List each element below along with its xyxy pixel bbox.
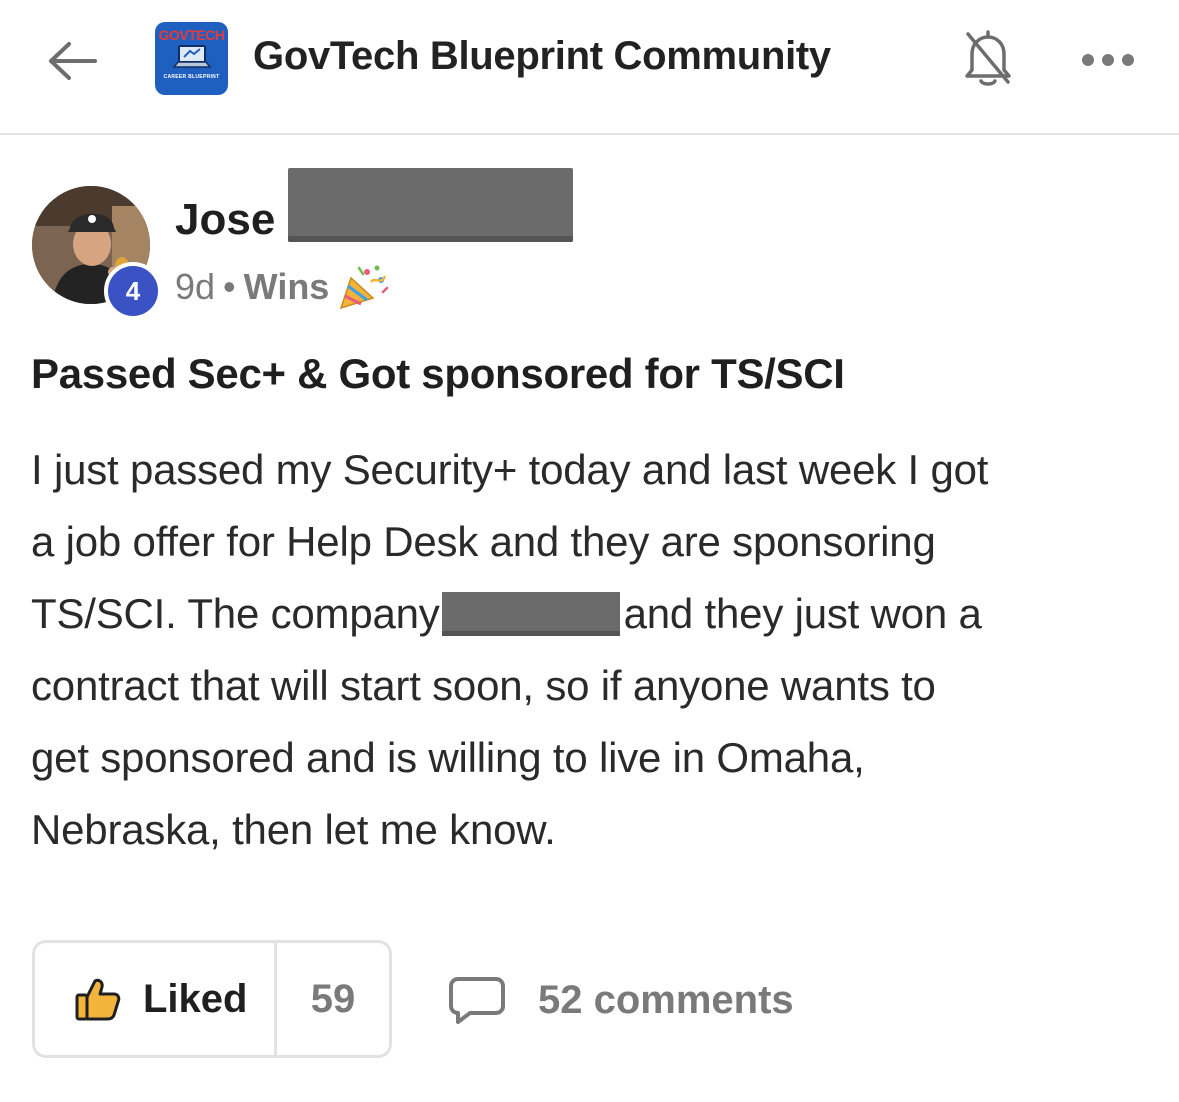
post-body-line: a job offer for Help Desk and they are s… <box>31 518 936 565</box>
post-category[interactable]: Wins <box>244 266 330 308</box>
redacted-author-surname <box>288 168 573 242</box>
post-age: 9d <box>175 266 216 307</box>
comment-bubble-icon <box>449 977 505 1024</box>
meta-separator: • <box>223 266 236 307</box>
post-meta: 9d • Wins <box>175 264 389 310</box>
back-button[interactable] <box>44 32 102 90</box>
arrow-left-icon <box>49 42 97 80</box>
notifications-button[interactable] <box>958 26 1018 90</box>
party-popper-icon <box>337 264 389 310</box>
more-horizontal-icon <box>1082 54 1134 66</box>
post-body: I just passed my Security+ today and las… <box>31 434 1151 866</box>
post-page: GOVTECH CAREER BLUEPRINT GovTech Bluepri… <box>0 0 1179 1102</box>
logo-text-top: GOVTECH <box>158 27 225 43</box>
post-title: Passed Sec+ & Got sponsored for TS/SCI <box>31 350 845 397</box>
post-body-line: TS/SCI. The company and they just won a <box>31 578 1151 650</box>
like-count[interactable]: 59 <box>277 943 389 1055</box>
like-button[interactable]: Liked <box>35 943 277 1055</box>
top-app-bar: GOVTECH CAREER BLUEPRINT GovTech Bluepri… <box>0 0 1179 135</box>
like-label: Liked <box>143 976 248 1021</box>
post-body-line: I just passed my Security+ today and las… <box>31 446 989 493</box>
comments-label: 52 comments <box>538 977 794 1022</box>
post-body-line: Nebraska, then let me know. <box>31 806 556 853</box>
logo-text-bottom: CAREER BLUEPRINT <box>163 74 220 80</box>
post-body-line: get sponsored and is willing to live in … <box>31 734 865 781</box>
group-logo[interactable]: GOVTECH CAREER BLUEPRINT <box>155 22 228 95</box>
group-title[interactable]: GovTech Blueprint Community <box>253 34 831 79</box>
bell-off-icon <box>965 30 1011 86</box>
laptop-icon <box>171 45 212 68</box>
author-name[interactable]: Jose <box>175 195 275 245</box>
post-body-fragment: TS/SCI. The company <box>31 590 440 637</box>
thumbs-up-icon <box>75 978 121 1021</box>
comments-button[interactable]: 52 comments <box>448 960 794 1040</box>
post-body-fragment: and they just won a <box>623 590 982 637</box>
level-badge: 4 <box>104 262 162 320</box>
post-body-line: contract that will start soon, so if any… <box>31 662 936 709</box>
redacted-company-name <box>441 592 620 636</box>
more-options-button[interactable] <box>1078 40 1138 80</box>
like-control: Liked 59 <box>32 940 392 1058</box>
